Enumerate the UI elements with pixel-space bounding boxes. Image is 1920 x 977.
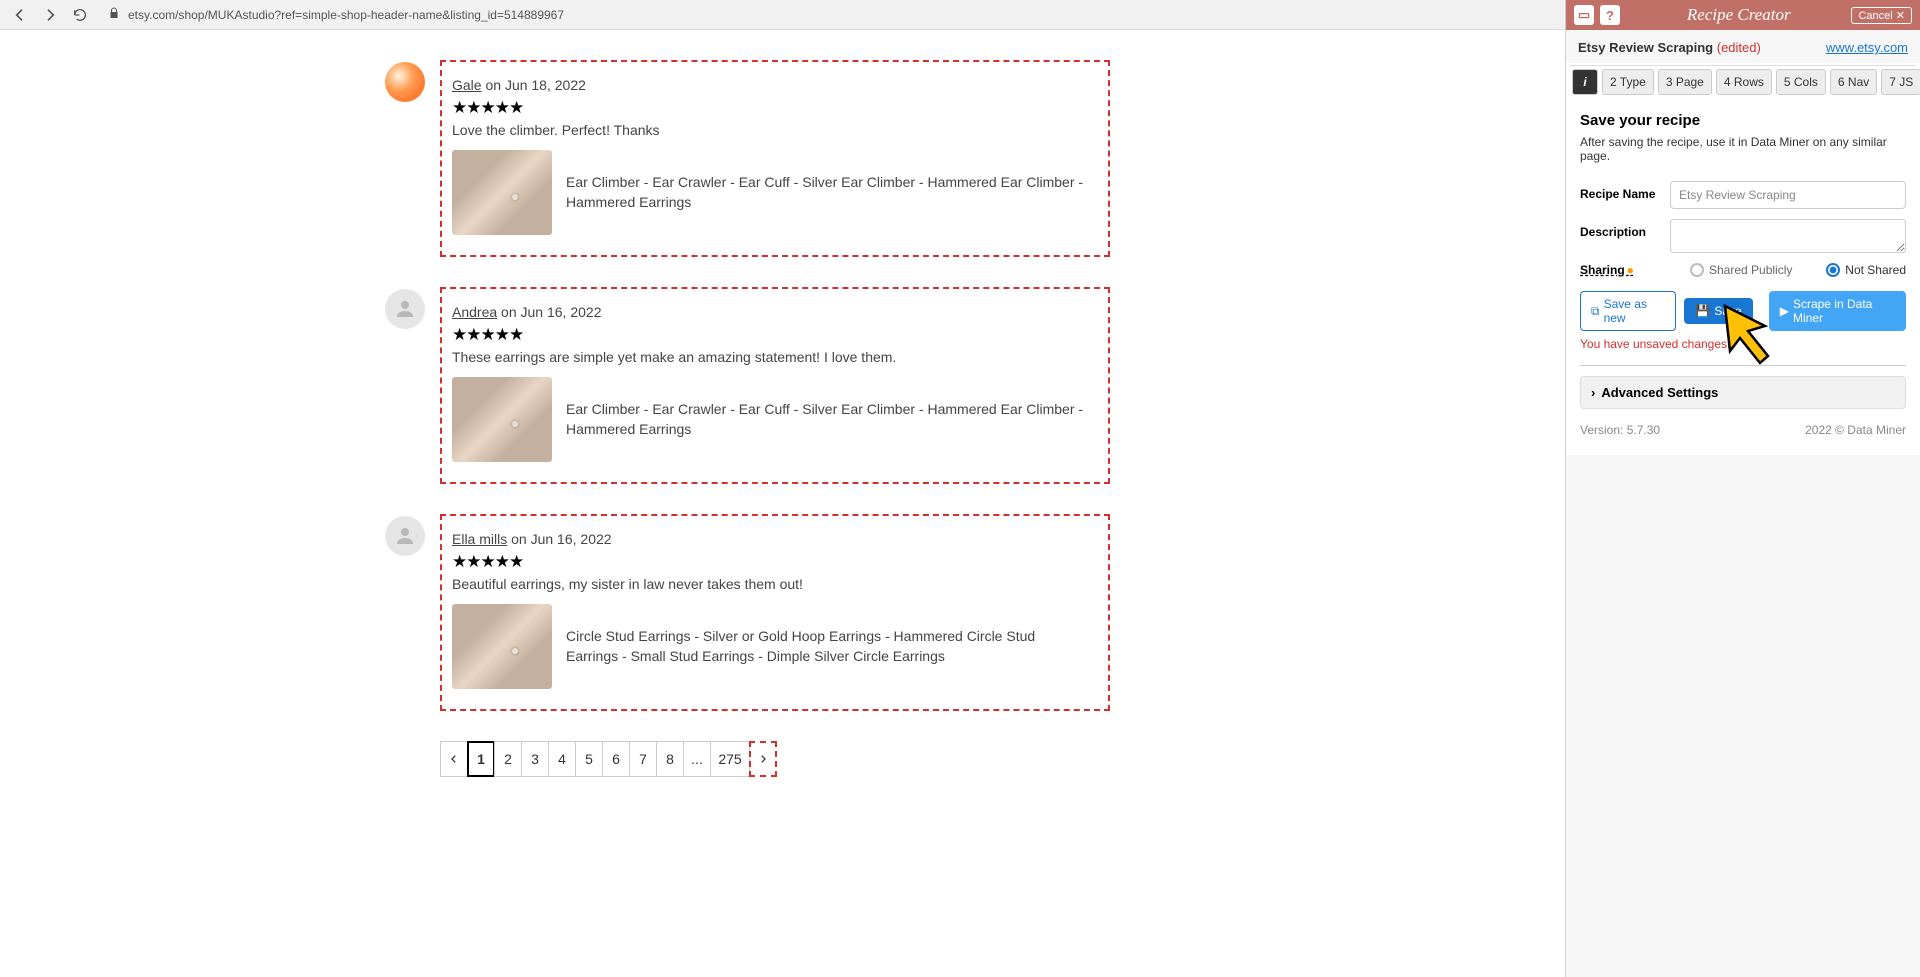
radio-shared-publicly[interactable]: Shared Publicly [1690, 263, 1792, 277]
review-date: Jun 16, 2022 [531, 531, 612, 547]
page-next-button[interactable] [749, 741, 777, 777]
coin-icon: ● [1627, 263, 1634, 277]
pagination: 1 2 3 4 5 6 7 8 ... 275 [440, 741, 1565, 777]
forward-button[interactable] [38, 3, 62, 27]
page-button[interactable]: 3 [521, 741, 549, 777]
page-content: Gale on Jun 18, 2022 ★★★★★ Love the clim… [0, 30, 1565, 977]
tab-info[interactable]: i [1572, 69, 1598, 95]
reload-button[interactable] [68, 3, 92, 27]
review-text: Beautiful earrings, my sister in law nev… [452, 576, 1088, 592]
star-rating: ★★★★★ [452, 325, 1088, 345]
tab-type[interactable]: 2 Type [1602, 69, 1654, 95]
panel-title: Recipe Creator [1626, 5, 1851, 25]
page-button[interactable]: 6 [602, 741, 630, 777]
page-button[interactable]: 275 [710, 741, 750, 777]
review-block: Ella mills on Jun 16, 2022 ★★★★★ Beautif… [440, 514, 1565, 711]
unsaved-warning: You have unsaved changes! [1580, 337, 1906, 351]
reviewer-name[interactable]: Ella mills [452, 531, 507, 547]
tabs: i 2 Type 3 Page 4 Rows 5 Cols 6 Nav 7 JS… [1570, 65, 1916, 98]
play-icon: ▶ [1780, 304, 1789, 318]
avatar[interactable] [385, 62, 425, 102]
version-text: Version: 5.7.30 [1580, 423, 1660, 437]
save-icon: 💾 [1695, 304, 1710, 318]
page-ellipsis: ... [683, 741, 711, 777]
site-link[interactable]: www.etsy.com [1826, 40, 1908, 55]
review-block: Gale on Jun 18, 2022 ★★★★★ Love the clim… [440, 60, 1565, 257]
avatar[interactable] [385, 289, 425, 329]
tab-rows[interactable]: 4 Rows [1716, 69, 1772, 95]
product-thumbnail[interactable] [452, 377, 552, 462]
radio-not-shared[interactable]: Not Shared [1826, 263, 1906, 277]
page-button[interactable]: 5 [575, 741, 603, 777]
chevron-right-icon: › [1591, 385, 1595, 400]
review-block: Andrea on Jun 16, 2022 ★★★★★ These earri… [440, 287, 1565, 484]
star-rating: ★★★★★ [452, 552, 1088, 572]
page-button[interactable]: 1 [467, 741, 495, 777]
product-title[interactable]: Circle Stud Earrings - Silver or Gold Ho… [566, 627, 1088, 666]
advanced-settings-toggle[interactable]: › Advanced Settings [1580, 376, 1906, 409]
help-icon[interactable]: ? [1600, 5, 1620, 25]
product-title[interactable]: Ear Climber - Ear Crawler - Ear Cuff - S… [566, 173, 1088, 212]
review-date: Jun 16, 2022 [521, 304, 602, 320]
panel-heading: Save your recipe [1580, 112, 1906, 129]
url-text[interactable]: etsy.com/shop/MUKAstudio?ref=simple-shop… [128, 8, 564, 22]
tab-page[interactable]: 3 Page [1658, 69, 1712, 95]
scrape-button[interactable]: ▶ Scrape in Data Miner [1769, 291, 1906, 331]
browser-toolbar: etsy.com/shop/MUKAstudio?ref=simple-shop… [0, 0, 1565, 30]
page-prev-button[interactable] [440, 741, 468, 777]
star-rating: ★★★★★ [452, 98, 1088, 118]
description-label: Description [1580, 219, 1670, 239]
copy-icon: ⧉ [1591, 304, 1600, 319]
product-title[interactable]: Ear Climber - Ear Crawler - Ear Cuff - S… [566, 400, 1088, 439]
save-button[interactable]: 💾 Save [1684, 298, 1752, 324]
recipe-creator-panel: ▭ ? Recipe Creator Cancel ✕ Etsy Review … [1565, 0, 1920, 977]
review-text: Love the climber. Perfect! Thanks [452, 122, 1088, 138]
recipe-name-input[interactable] [1670, 181, 1906, 209]
recipe-name-header: Etsy Review Scraping [1578, 40, 1713, 55]
footer-copyright: 2022 © Data Miner [1805, 423, 1906, 437]
page-button[interactable]: 2 [494, 741, 522, 777]
product-thumbnail[interactable] [452, 150, 552, 235]
save-as-new-button[interactable]: ⧉ Save as new [1580, 291, 1676, 331]
recipe-name-label: Recipe Name [1580, 181, 1670, 201]
sharing-label: Sharing● [1580, 263, 1670, 277]
product-thumbnail[interactable] [452, 604, 552, 689]
back-button[interactable] [8, 3, 32, 27]
avatar[interactable] [385, 516, 425, 556]
lock-icon [108, 7, 120, 22]
panel-icon[interactable]: ▭ [1574, 5, 1594, 25]
page-button[interactable]: 7 [629, 741, 657, 777]
reviewer-name[interactable]: Gale [452, 77, 482, 93]
tab-nav[interactable]: 6 Nav [1830, 69, 1877, 95]
tab-cols[interactable]: 5 Cols [1776, 69, 1826, 95]
edited-badge: (edited) [1717, 40, 1761, 55]
panel-subtext: After saving the recipe, use it in Data … [1580, 135, 1906, 163]
cancel-button[interactable]: Cancel ✕ [1851, 7, 1912, 24]
review-date: Jun 18, 2022 [505, 77, 586, 93]
review-text: These earrings are simple yet make an am… [452, 349, 1088, 365]
tab-js[interactable]: 7 JS [1881, 69, 1920, 95]
description-input[interactable] [1670, 219, 1906, 253]
page-button[interactable]: 8 [656, 741, 684, 777]
reviewer-name[interactable]: Andrea [452, 304, 497, 320]
page-button[interactable]: 4 [548, 741, 576, 777]
